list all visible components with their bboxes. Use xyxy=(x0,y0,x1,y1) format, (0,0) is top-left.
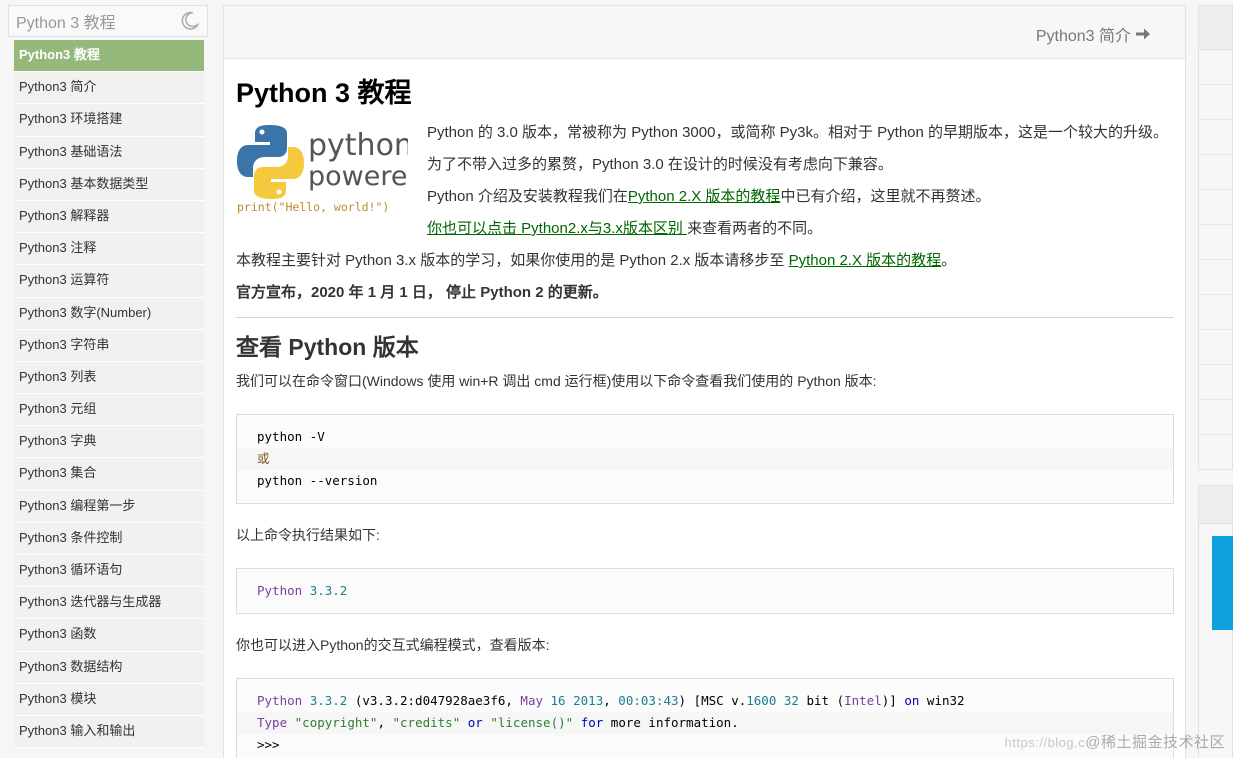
moon-icon[interactable] xyxy=(179,10,201,32)
sidebar-item[interactable]: Python3 注释 xyxy=(14,233,204,266)
divider xyxy=(236,317,1174,318)
sidebar-header: Python 3 教程 xyxy=(8,5,208,37)
sidebar-item[interactable]: Python3 元组 xyxy=(14,394,204,427)
sidebar-list: Python3 教程 Python3 简介 Python3 环境搭建 Python3 … xyxy=(8,40,208,749)
svg-text:powered: powered xyxy=(308,161,408,192)
right-panel-top xyxy=(1198,5,1233,470)
sidebar-item[interactable]: Python3 编程第一步 xyxy=(14,490,204,523)
python-powered-logo: python powered print("Hello, world!") xyxy=(237,125,408,214)
sidebar-item[interactable]: Python3 条件控制 xyxy=(14,522,204,555)
intro-paragraph-3: 你也可以点击 Python2.x与3.x版本区别 来查看两者的不同。 xyxy=(427,220,823,237)
version-diff-link[interactable]: 你也可以点击 Python2.x与3.x版本区别 xyxy=(427,220,687,237)
sidebar-item[interactable]: Python3 解释器 xyxy=(14,200,204,234)
sidebar-item[interactable]: Python3 列表 xyxy=(14,361,204,395)
sidebar-item[interactable]: Python3 字符串 xyxy=(14,329,204,362)
sidebar-item[interactable]: Python3 集合 xyxy=(14,458,204,491)
sidebar-item[interactable]: Python3 函数 xyxy=(14,619,204,652)
sidebar-item[interactable]: Python3 循环语句 xyxy=(14,555,204,588)
sidebar-item[interactable]: Python3 简介 xyxy=(14,72,204,105)
tutorial-scope-paragraph: 本教程主要针对 Python 3.x 版本的学习，如果你使用的是 Python … xyxy=(236,252,957,269)
next-page-label: Python3 简介 xyxy=(1035,28,1131,45)
sidebar-item[interactable]: Python3 基础语法 xyxy=(14,136,204,169)
section-heading: 查看 Python 版本 xyxy=(236,334,419,360)
code-line: python --version xyxy=(257,473,378,488)
sidebar-item[interactable]: Python3 输入和输出 xyxy=(14,715,204,749)
check-version-description: 我们可以在命令窗口(Windows 使用 win+R 调出 cmd 运行框)使用… xyxy=(236,373,877,389)
sidebar-item[interactable]: Python3 运算符 xyxy=(14,265,204,298)
code-line: Python 3.3.2 (v3.3.2:d047928ae3f6, May 1… xyxy=(257,693,965,708)
arrow-right-icon xyxy=(1136,28,1150,40)
result-description: 以上命令执行结果如下: xyxy=(236,527,380,543)
sidebar-item[interactable]: Python3 环境搭建 xyxy=(14,104,204,137)
sidebar-title: Python 3 教程 xyxy=(16,15,116,32)
code-line: Python 3.3.2 xyxy=(257,583,348,598)
code-block-version-output: Python 3.3.2 xyxy=(236,568,1174,614)
code-line: 或 xyxy=(237,448,1173,470)
top-nav: Python3 简介 xyxy=(224,6,1185,59)
page-title: Python 3 教程 xyxy=(236,78,412,108)
sidebar-item[interactable]: Python3 教程 xyxy=(14,40,204,73)
sidebar-item[interactable]: Python3 模块 xyxy=(14,683,204,716)
sidebar-item[interactable]: Python3 基本数据类型 xyxy=(14,168,204,201)
ad-banner[interactable] xyxy=(1212,536,1233,630)
python2-tutorial-link-2[interactable]: Python 2.X 版本的教程 xyxy=(789,252,942,269)
svg-text:python: python xyxy=(308,128,408,163)
interactive-mode-description: 你也可以进入Python的交互式编程模式，查看版本: xyxy=(236,637,550,653)
sidebar-item[interactable]: Python3 迭代器与生成器 xyxy=(14,587,204,620)
right-sidebar xyxy=(1198,5,1233,758)
python-logo-icon xyxy=(237,125,304,199)
intro-section: python powered print("Hello, world!") Py… xyxy=(236,117,1174,245)
main-content: Python3 简介 Python 3 教程 python powered pr… xyxy=(223,5,1186,758)
sidebar: Python 3 教程 Python3 教程 Python3 简介 Python3 … xyxy=(8,5,208,758)
sidebar-item[interactable]: Python3 数据结构 xyxy=(14,651,204,684)
python2-eol-notice: 官方宣布，2020 年 1 月 1 日， 停止 Python 2 的更新。 xyxy=(236,284,608,301)
code-line: python -V xyxy=(257,429,325,444)
python2-tutorial-link[interactable]: Python 2.X 版本的教程 xyxy=(628,188,781,205)
svg-text:print("Hello, world!"): print("Hello, world!") xyxy=(237,200,389,214)
watermark: https://blog.c@稀土掘金技术社区 xyxy=(1004,734,1225,751)
sidebar-item[interactable]: Python3 数字(Number) xyxy=(14,297,204,330)
sidebar-item[interactable]: Python3 字典 xyxy=(14,426,204,459)
code-block-version-command: python -V 或 python --version xyxy=(236,414,1174,504)
next-page-link[interactable]: Python3 简介 xyxy=(1036,22,1151,46)
